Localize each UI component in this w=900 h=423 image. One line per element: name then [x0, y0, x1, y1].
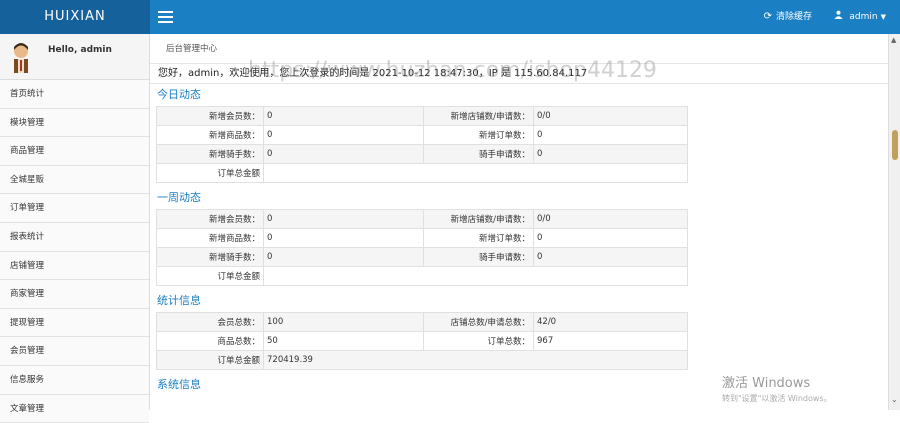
table-row: 订单总金额	[156, 163, 688, 183]
stat-label: 骑手申请数：	[423, 247, 534, 267]
stat-value: 720419.39	[263, 350, 688, 370]
sidebar-item-members[interactable]: 会员管理	[0, 337, 149, 366]
stat-label: 商品总数：	[156, 331, 264, 351]
avatar	[8, 41, 34, 73]
stat-value: 0	[533, 125, 688, 145]
main-content: 后台管理中心 您好，admin，欢迎使用，您上次登录的时间是 2021-10-1…	[150, 34, 888, 410]
table-row: 新增骑手数： 0 骑手申请数： 0	[156, 144, 688, 164]
stat-value	[263, 163, 688, 183]
sidebar-item-withdraw[interactable]: 提现管理	[0, 308, 149, 338]
stat-label: 订单总金额	[156, 163, 264, 183]
stat-value: 50	[263, 331, 424, 351]
table-row: 订单总金额 720419.39	[156, 350, 688, 370]
stat-label: 新增商品数：	[156, 125, 264, 145]
clear-cache-label: 清除缓存	[775, 12, 812, 22]
user-icon	[833, 10, 846, 22]
section-title-today: 今日动态	[157, 88, 201, 101]
greeting-text: Hello, admin	[48, 45, 112, 55]
user-menu[interactable]: admin ▼	[833, 0, 886, 34]
table-row: 新增商品数： 0 新增订单数： 0	[156, 125, 688, 145]
stat-label: 新增店铺数/申请数：	[423, 209, 534, 229]
user-profile: Hello, admin	[0, 34, 149, 80]
stat-label: 新增会员数：	[156, 209, 264, 229]
stat-label: 新增骑手数：	[156, 144, 264, 164]
section-title-week: 一周动态	[157, 191, 201, 204]
stat-value: 0	[533, 228, 688, 248]
stat-value: 0	[263, 228, 424, 248]
clear-cache-button[interactable]: ⟳ 清除缓存	[764, 0, 812, 34]
stat-value: 100	[263, 312, 424, 332]
section-title-stats: 统计信息	[157, 294, 201, 307]
section-title-system: 系统信息	[157, 378, 201, 391]
sidebar-item-info[interactable]: 信息服务	[0, 365, 149, 395]
sidebar-item-merchants[interactable]: 商家管理	[0, 280, 149, 309]
sidebar-item-goods[interactable]: 商品管理	[0, 137, 149, 166]
week-stats-table: 新增会员数： 0 新增店铺数/申请数： 0/0 新增商品数： 0 新增订单数： …	[156, 209, 688, 286]
stat-label: 订单总数：	[423, 331, 534, 351]
stat-value: 0/0	[533, 209, 688, 229]
stat-label: 新增骑手数：	[156, 247, 264, 267]
sidebar-item-shops[interactable]: 店铺管理	[0, 251, 149, 281]
stat-value: 0	[263, 144, 424, 164]
stat-label: 新增订单数：	[423, 125, 534, 145]
menu-toggle-icon[interactable]	[158, 11, 173, 23]
stat-value: 0	[263, 247, 424, 267]
stat-label: 骑手申请数：	[423, 144, 534, 164]
sidebar-item-articles[interactable]: 文章管理	[0, 394, 149, 423]
breadcrumb: 后台管理中心	[150, 34, 888, 64]
welcome-message: 您好，admin，欢迎使用，您上次登录的时间是 2021-10-12 18:47…	[150, 64, 888, 84]
double-chevron-down-icon[interactable]: ⌄	[891, 395, 898, 404]
stat-value: 0/0	[533, 106, 688, 126]
brand-logo[interactable]: HUIXIAN	[0, 0, 150, 34]
stat-label: 会员总数：	[156, 312, 264, 332]
sidebar-item-modules[interactable]: 模块管理	[0, 108, 149, 138]
sidebar-item-orders[interactable]: 订单管理	[0, 194, 149, 223]
table-row: 新增会员数： 0 新增店铺数/申请数： 0/0	[156, 106, 688, 126]
refresh-icon: ⟳	[763, 11, 772, 22]
stat-label: 新增会员数：	[156, 106, 264, 126]
stat-value: 0	[263, 125, 424, 145]
today-stats-table: 新增会员数： 0 新增店铺数/申请数： 0/0 新增商品数： 0 新增订单数： …	[156, 106, 688, 183]
stat-value: 0	[263, 106, 424, 126]
stat-label: 店铺总数/申请总数：	[423, 312, 534, 332]
stat-label: 新增商品数：	[156, 228, 264, 248]
sidebar-item-reports[interactable]: 报表统计	[0, 222, 149, 252]
scrollbar-thumb[interactable]	[892, 130, 898, 160]
sidebar-item-city-vendor[interactable]: 全城星贩	[0, 165, 149, 195]
sidebar: Hello, admin 首页统计 模块管理 商品管理 全城星贩 订单管理 报表…	[0, 34, 150, 423]
chevron-up-icon[interactable]: ▲	[891, 36, 896, 44]
page-scrollbar[interactable]: ▲ ⌄	[888, 34, 900, 410]
stat-label: 订单总金额	[156, 350, 264, 370]
stat-value: 42/0	[533, 312, 688, 332]
top-navbar: HUIXIAN ⟳ 清除缓存 admin ▼	[0, 0, 900, 34]
stat-value	[263, 266, 688, 286]
stat-label: 新增店铺数/申请数：	[423, 106, 534, 126]
table-row: 订单总金额	[156, 266, 688, 286]
table-row: 新增商品数： 0 新增订单数： 0	[156, 228, 688, 248]
stat-label: 新增订单数：	[423, 228, 534, 248]
total-stats-table: 会员总数： 100 店铺总数/申请总数： 42/0 商品总数： 50 订单总数：…	[156, 312, 688, 370]
chevron-down-icon: ▼	[880, 13, 886, 21]
stat-label: 订单总金额	[156, 266, 264, 286]
stat-value: 0	[533, 144, 688, 164]
table-row: 商品总数： 50 订单总数： 967	[156, 331, 688, 351]
user-name: admin	[849, 12, 878, 22]
stat-value: 0	[263, 209, 424, 229]
table-row: 新增会员数： 0 新增店铺数/申请数： 0/0	[156, 209, 688, 229]
table-row: 新增骑手数： 0 骑手申请数： 0	[156, 247, 688, 267]
sidebar-item-home-stats[interactable]: 首页统计	[0, 80, 149, 109]
stat-value: 967	[533, 331, 688, 351]
table-row: 会员总数： 100 店铺总数/申请总数： 42/0	[156, 312, 688, 332]
stat-value: 0	[533, 247, 688, 267]
